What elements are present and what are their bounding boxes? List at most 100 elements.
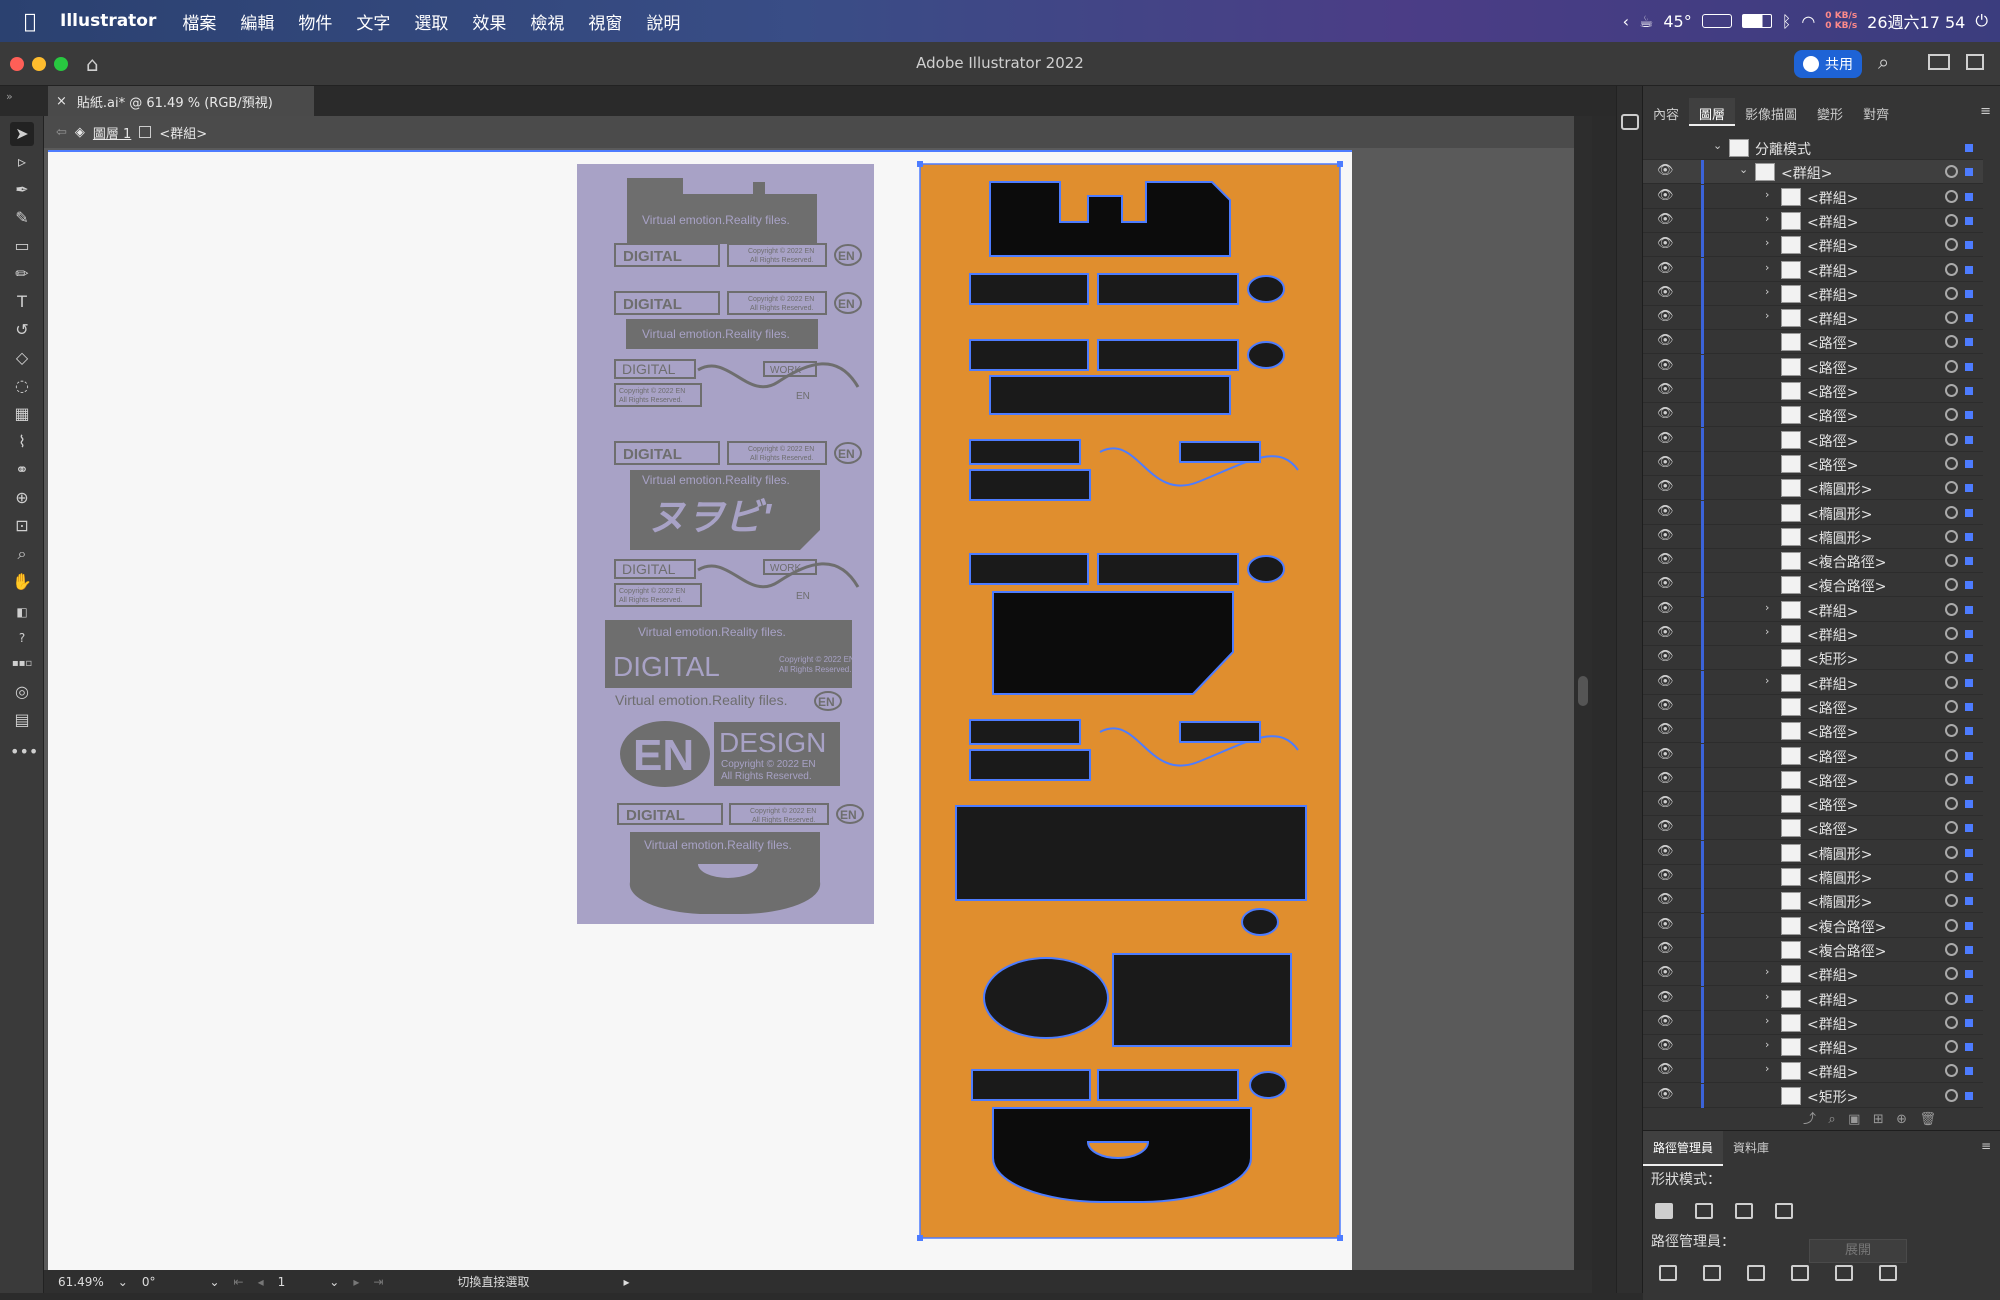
rectangle-tool-icon[interactable]: ▭ <box>10 234 34 258</box>
blend-tool-icon[interactable]: ⚭ <box>10 458 34 482</box>
shape-builder-tool-icon[interactable]: ⊕ <box>10 486 34 510</box>
selection-square-icon[interactable] <box>1965 362 1973 371</box>
layer-row[interactable]: 👁 <路徑> <box>1643 451 1983 476</box>
layer-name[interactable]: <複合路徑> <box>1807 917 1886 937</box>
selection-square-icon[interactable] <box>1965 289 1973 298</box>
minus-back-button[interactable] <box>1879 1265 1897 1281</box>
apple-icon[interactable]:  <box>0 9 60 33</box>
layer-row[interactable]: 👁 <橢圓形> <box>1643 500 1983 525</box>
chevron-right-icon[interactable]: › <box>1765 309 1769 322</box>
target-circle-icon[interactable] <box>1945 918 1958 932</box>
layer-name[interactable]: <橢圓形> <box>1807 479 1872 499</box>
trim-button[interactable] <box>1703 1265 1721 1281</box>
visibility-eye-icon[interactable]: 👁 <box>1657 990 1674 1005</box>
breadcrumb-group[interactable]: <群組> <box>159 123 207 142</box>
outline-button[interactable] <box>1835 1265 1853 1281</box>
visibility-eye-icon[interactable]: 👁 <box>1657 236 1674 251</box>
orange-digital-box-4[interactable] <box>969 553 1089 585</box>
chevron-right-icon[interactable]: › <box>1765 1062 1769 1075</box>
selection-square-icon[interactable] <box>1965 751 1973 760</box>
layer-row[interactable]: 👁 › <群組> <box>1643 1010 1983 1035</box>
selection-handle-2[interactable] <box>917 1235 923 1241</box>
expand-button[interactable]: 展開 <box>1809 1239 1907 1263</box>
target-circle-icon[interactable] <box>1945 991 1958 1005</box>
target-circle-icon[interactable] <box>1945 1064 1958 1078</box>
rotate-view[interactable]: 0° <box>142 1275 156 1289</box>
target-circle-icon[interactable] <box>1945 797 1958 811</box>
layer-row[interactable]: 👁 <路徑> <box>1643 694 1983 719</box>
selection-square-icon[interactable] <box>1965 727 1973 736</box>
layer-name[interactable]: <群組> <box>1807 188 1858 208</box>
layer-row[interactable]: 👁 › <群組> <box>1643 306 1983 331</box>
target-circle-icon[interactable] <box>1945 432 1958 446</box>
selection-square-icon[interactable] <box>1965 387 1973 395</box>
chevron-right-icon[interactable]: › <box>1765 674 1769 687</box>
orange-en-badge-8[interactable] <box>1249 1071 1287 1099</box>
close-tab-icon[interactable]: × <box>56 94 67 109</box>
orange-digital-box-3[interactable] <box>969 439 1081 465</box>
chevron-right-icon[interactable]: › <box>1765 625 1769 638</box>
selection-square-icon[interactable] <box>1965 1067 1973 1076</box>
chevron-right-icon[interactable]: › <box>1765 1014 1769 1027</box>
orange-en-circle[interactable] <box>983 957 1109 1039</box>
target-circle-icon[interactable] <box>1945 627 1958 640</box>
visibility-eye-icon[interactable]: 👁 <box>1657 358 1674 373</box>
artboard[interactable]: Virtual emotion.Reality files. DIGITAL C… <box>48 150 1352 1270</box>
target-circle-icon[interactable] <box>1945 894 1958 908</box>
layer-row[interactable]: 👁 › <群組> <box>1643 208 1983 233</box>
visibility-eye-icon[interactable]: 👁 <box>1657 333 1674 348</box>
layer-row[interactable]: 👁 <複合路徑> <box>1643 913 1983 938</box>
selection-square-icon[interactable] <box>1965 654 1973 663</box>
layer-name[interactable]: <群組> <box>1807 990 1858 1010</box>
layer-name[interactable]: <矩形> <box>1807 1087 1858 1107</box>
panel-toggle-icon[interactable] <box>1966 54 1984 70</box>
menu-object[interactable]: 物件 <box>298 9 332 34</box>
menu-file[interactable]: 檔案 <box>182 9 216 34</box>
cup-icon[interactable]: ☕ <box>1639 12 1653 31</box>
layer-row[interactable]: 👁 <複合路徑> <box>1643 937 1983 962</box>
layer-name[interactable]: <路徑> <box>1807 698 1858 718</box>
visibility-eye-icon[interactable]: 👁 <box>1657 309 1674 324</box>
layer-row[interactable]: 👁 ⌄ <群組> <box>1643 160 1983 185</box>
clock[interactable]: 26週六17 54 <box>1867 9 1965 33</box>
visibility-eye-icon[interactable]: 👁 <box>1657 771 1674 786</box>
target-circle-icon[interactable] <box>1945 602 1958 616</box>
rotate-tool-icon[interactable]: ↺ <box>10 318 34 342</box>
tab-transform[interactable]: 變形 <box>1807 98 1853 126</box>
default-colors-icon[interactable]: ? <box>10 626 34 650</box>
layer-name[interactable]: <群組> <box>1807 1038 1858 1058</box>
layer-name[interactable]: <複合路徑> <box>1807 576 1886 596</box>
chevron-right-icon[interactable]: › <box>1765 261 1769 274</box>
selection-square-icon[interactable] <box>1965 314 1973 323</box>
share-button[interactable]: 共用 <box>1794 50 1862 78</box>
target-circle-icon[interactable] <box>1945 335 1958 349</box>
layer-name[interactable]: <橢圓形> <box>1807 868 1872 888</box>
chevron-down-icon[interactable]: ⌄ <box>1739 163 1748 176</box>
layer-name[interactable]: <群組> <box>1781 163 1832 183</box>
orange-design-box[interactable] <box>1112 953 1292 1047</box>
workspace-icon[interactable] <box>1928 54 1950 70</box>
visibility-eye-icon[interactable]: 👁 <box>1657 892 1674 907</box>
target-circle-icon[interactable] <box>1945 651 1958 665</box>
zoom-level[interactable]: 61.49% <box>58 1275 104 1289</box>
target-circle-icon[interactable] <box>1945 189 1958 203</box>
layer-name[interactable]: <路徑> <box>1807 747 1858 767</box>
orange-work-box-5[interactable] <box>1179 721 1261 743</box>
layer-name[interactable]: <群組> <box>1807 1062 1858 1082</box>
tab-pathfinder[interactable]: 路徑管理員 <box>1643 1131 1724 1166</box>
layer-row[interactable]: 👁 <路徑> <box>1643 427 1983 452</box>
layer-row[interactable]: 👁 <路徑> <box>1643 743 1983 768</box>
chevron-right-icon[interactable]: › <box>1765 601 1769 614</box>
target-circle-icon[interactable] <box>1945 1088 1958 1102</box>
selection-square-icon[interactable] <box>1965 581 1973 590</box>
selection-square-icon[interactable] <box>1965 873 1973 881</box>
locate-object-icon[interactable]: ⌕ <box>1828 1112 1835 1127</box>
target-circle-icon[interactable] <box>1945 967 1958 981</box>
layer-row[interactable]: 👁 <路徑> <box>1643 767 1983 792</box>
search-icon[interactable]: ⌕ <box>1878 50 1889 74</box>
layer-row[interactable]: 👁 › <群組> <box>1643 1035 1983 1060</box>
paintbrush-tool-icon[interactable]: ✏ <box>10 262 34 286</box>
selection-square-icon[interactable] <box>1965 241 1973 250</box>
selection-square-icon[interactable] <box>1965 411 1973 420</box>
visibility-eye-icon[interactable]: 👁 <box>1657 431 1674 446</box>
